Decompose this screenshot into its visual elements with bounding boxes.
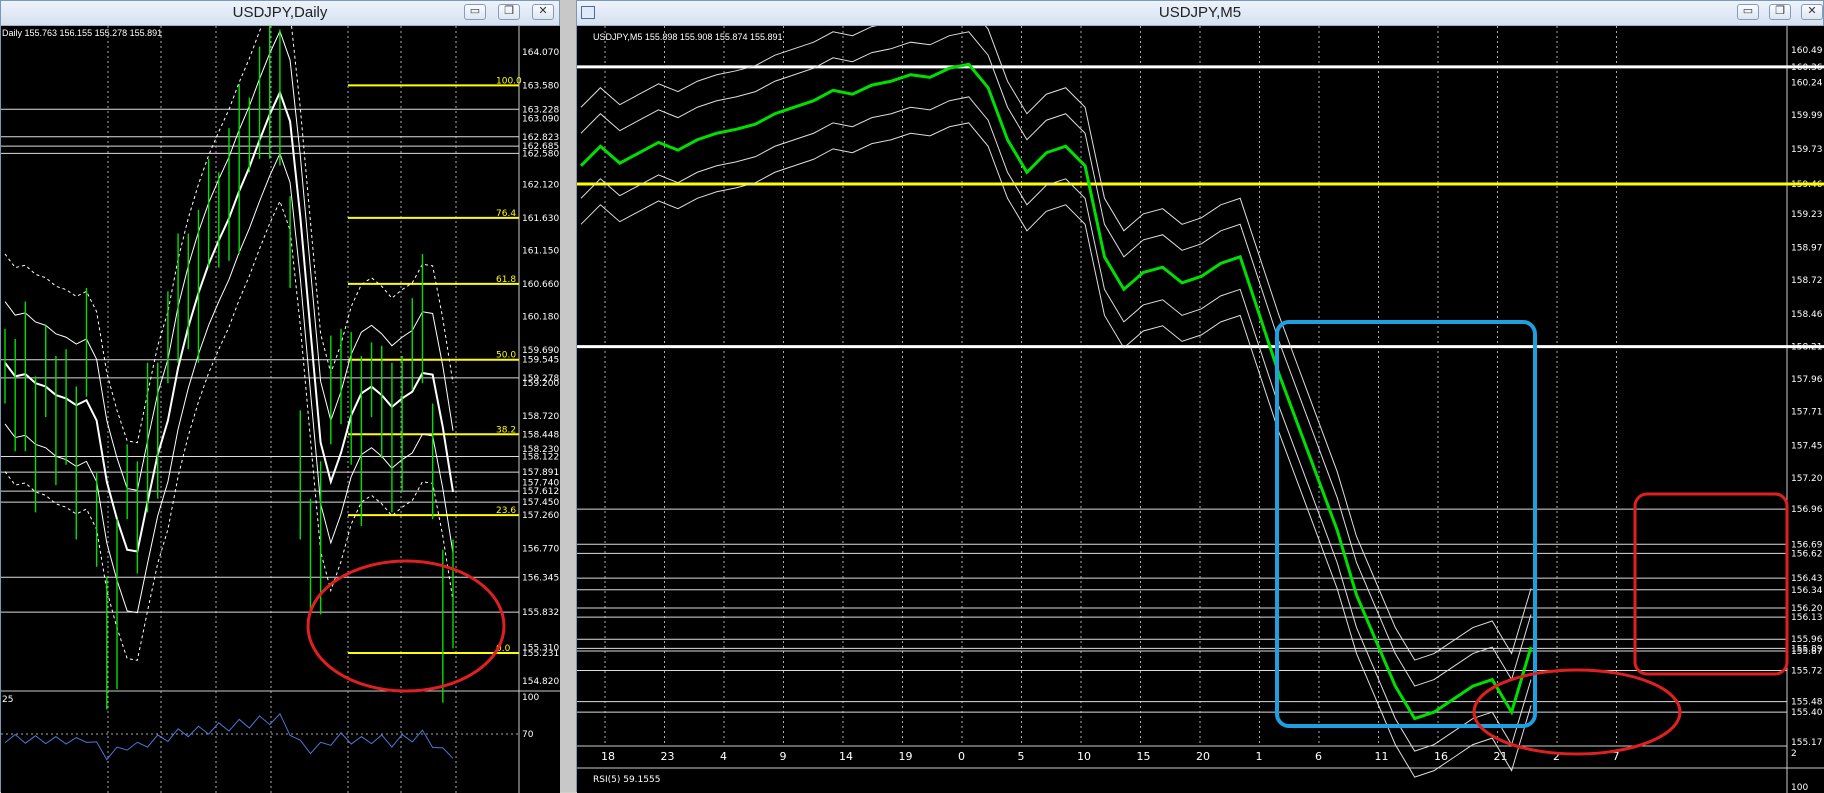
fib-level-label: 61.8 <box>496 275 516 285</box>
time-axis-label: 18 <box>601 750 615 763</box>
band-upper-line <box>4 29 454 491</box>
price-axis-label: 155.48 <box>1791 698 1823 708</box>
price-axis-label: 161.630 <box>522 214 559 224</box>
price-axis-label: 157.96 <box>1791 375 1823 385</box>
time-axis-label: 16 <box>1434 750 1448 763</box>
price-axis-label: 159.73 <box>1791 145 1823 155</box>
price-axis-label: 158.46 <box>1791 310 1823 320</box>
price-axis-label: 157.450 <box>522 498 559 508</box>
fib-level-label: 50.0 <box>496 351 516 361</box>
blue-box-annotation <box>1275 320 1537 728</box>
time-axis-label: 5 <box>1018 750 1025 763</box>
daily-plot-area[interactable]: Daily 155.763 156.155 155.278 155.891 16… <box>1 26 560 793</box>
price-axis-label: 159.690 <box>522 346 559 356</box>
price-axis-label: 155.72 <box>1791 666 1823 676</box>
price-axis-label: 156.34 <box>1791 586 1823 596</box>
red-ellipse-annotation <box>306 559 506 693</box>
price-axis-label: 157.612 <box>522 487 559 497</box>
price-axis-label: 160.24 <box>1791 79 1823 89</box>
price-axis-label: 157.71 <box>1791 408 1823 418</box>
price-axis-label: 156.62 <box>1791 549 1823 559</box>
price-axis-label: 163.090 <box>522 115 559 125</box>
time-axis-label: 15 <box>1137 750 1151 763</box>
time-axis-label: 19 <box>899 750 913 763</box>
price-axis-label: 158.448 <box>522 430 559 440</box>
price-axis-label: 156.770 <box>522 544 559 554</box>
price-axis-label: 162.120 <box>522 181 559 191</box>
m5-plot-area[interactable]: USDJPY,M5 155.898 155.908 155.874 155.89… <box>577 26 1824 793</box>
price-axis-label: 159.200 <box>522 379 559 389</box>
time-axis-label: 11 <box>1375 750 1389 763</box>
price-axis-label: 157.45 <box>1791 441 1823 451</box>
close-button[interactable]: ✕ <box>1801 4 1823 20</box>
price-axis-label: 162.580 <box>522 149 559 159</box>
fib-level-label: 38.2 <box>496 425 516 435</box>
band-outer-lower-line <box>4 199 454 661</box>
m5-chart-window[interactable]: USDJPY,M5 ▭ ❐ ✕ USDJPY,M5 155.898 155.90… <box>576 0 1824 793</box>
daily-chart-svg: 164.070163.580163.228163.090162.823162.6… <box>1 26 560 793</box>
m5-titlebar[interactable]: USDJPY,M5 ▭ ❐ ✕ <box>577 1 1823 26</box>
daily-chart-window[interactable]: USDJPY,Daily ▭ ❐ ✕ Daily 155.763 156.155… <box>0 0 560 793</box>
fib-level-label: 100.0 <box>496 76 522 86</box>
time-axis-label: 20 <box>1196 750 1210 763</box>
price-axis-label: 154.820 <box>522 677 559 687</box>
time-axis-label: 4 <box>720 750 727 763</box>
price-axis-label: 158.72 <box>1791 276 1823 286</box>
price-axis-label: 159.545 <box>522 356 559 366</box>
time-axis-label: 9 <box>780 750 787 763</box>
price-axis-label: 155.40 <box>1791 708 1823 718</box>
price-axis-label: 157.20 <box>1791 474 1823 484</box>
price-axis-label: 158.720 <box>522 412 559 422</box>
price-axis-label: 161.150 <box>522 247 559 257</box>
rsi-info-label: RSI(5) 59.1555 <box>593 775 660 785</box>
price-axis-label: 159.23 <box>1791 210 1823 220</box>
rsi-left-label: 25 <box>2 695 13 705</box>
price-axis-label: 159.99 <box>1791 111 1823 121</box>
fib-level-label: 23.6 <box>496 506 516 516</box>
m5-window-title: USDJPY,M5 <box>1158 4 1242 21</box>
price-axis-label: 156.13 <box>1791 613 1823 623</box>
close-button[interactable]: ✕ <box>532 4 554 20</box>
price-axis-label: 156.345 <box>522 573 559 583</box>
time-axis-label: 6 <box>1315 750 1322 763</box>
time-axis-label: 10 <box>1077 750 1091 763</box>
price-axis-label: 158.97 <box>1791 244 1823 254</box>
band-line <box>580 122 1532 778</box>
price-axis-label: 155.231 <box>522 649 559 659</box>
price-axis-label: 160.49 <box>1791 46 1823 56</box>
price-axis-label: 155.832 <box>522 608 559 618</box>
time-axis-label: 23 <box>661 750 675 763</box>
window-gap <box>560 0 576 792</box>
rsi-top-label: 2 <box>1791 749 1797 759</box>
time-axis-label: 14 <box>839 750 853 763</box>
rsi-line <box>4 712 454 761</box>
price-axis-label: 164.070 <box>522 48 559 58</box>
m5-chart-svg: 1823491419051015201611162127160.49160.36… <box>577 26 1824 793</box>
price-axis-label: 156.96 <box>1791 505 1823 515</box>
rsi-70-label: 70 <box>522 730 534 740</box>
restore-button[interactable]: ❐ <box>498 4 520 20</box>
price-axis-label: 155.17 <box>1791 738 1823 748</box>
price-axis-label: 163.580 <box>522 81 559 91</box>
price-axis-label: 156.43 <box>1791 574 1823 584</box>
price-axis-label: 160.660 <box>522 280 559 290</box>
minimize-button[interactable]: ▭ <box>1737 4 1759 20</box>
time-axis-label: 0 <box>958 750 965 763</box>
daily-titlebar[interactable]: USDJPY,Daily ▭ ❐ ✕ <box>1 1 559 26</box>
time-axis-label: 1 <box>1256 750 1263 763</box>
fib-level-label: 76.4 <box>496 209 516 219</box>
red-box-annotation <box>1633 492 1789 676</box>
restore-button[interactable]: ❐ <box>1769 4 1791 20</box>
price-axis-label: 160.180 <box>522 313 559 323</box>
price-axis-label: 158.122 <box>522 452 559 462</box>
minimize-button[interactable]: ▭ <box>464 4 486 20</box>
price-axis-label: 155.87 <box>1791 647 1823 657</box>
price-axis-label: 157.891 <box>522 468 559 478</box>
price-axis-label: 157.260 <box>522 511 559 521</box>
rsi-top-label: 100 <box>522 693 539 703</box>
